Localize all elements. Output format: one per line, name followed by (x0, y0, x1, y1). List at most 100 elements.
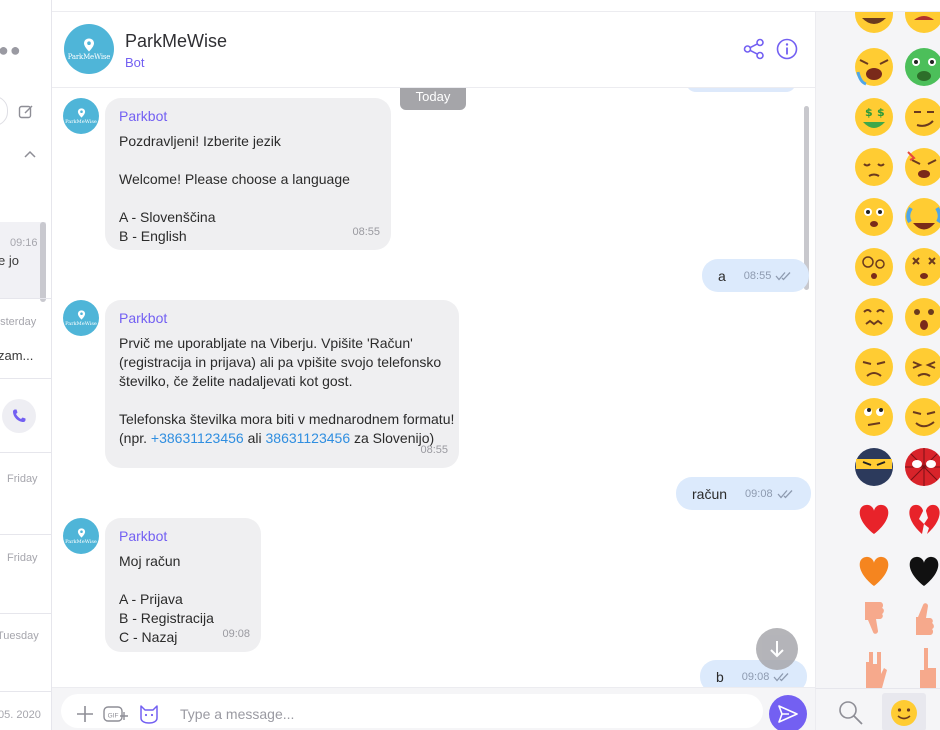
message-line (119, 151, 377, 170)
conversation-time: Friday (7, 473, 38, 485)
red-heart-emoji[interactable] (859, 504, 889, 534)
confounded-face-emoji[interactable] (855, 298, 893, 336)
svg-text:$: $ (865, 106, 873, 119)
bot-avatar-small[interactable]: ParkMeWise (63, 300, 99, 336)
message-sender: Parkbot (119, 108, 168, 124)
conversation-preview: zam... (0, 348, 34, 363)
squinting-face-emoji[interactable] (855, 198, 893, 236)
call-button[interactable] (2, 399, 36, 433)
message-bubble-outgoing[interactable]: račun 09:08 (676, 477, 811, 510)
persevering-face-emoji[interactable] (905, 348, 940, 386)
broken-heart-emoji[interactable] (909, 504, 940, 534)
logo-text: ParkMeWise (67, 52, 111, 61)
message-time: 08:55 (420, 444, 448, 456)
thumbs-down-emoji[interactable] (865, 602, 884, 634)
message-text: račun (692, 485, 728, 502)
conversation-time: esterday (0, 316, 37, 328)
orange-heart-emoji[interactable] (859, 556, 889, 586)
message-bubble-incoming[interactable]: Parkbot Moj račun A - Prijava B - Regist… (105, 518, 261, 652)
conversation-time: Tuesday (0, 630, 39, 642)
message-line: (registracija in prijava) ali pa vpišite… (119, 354, 442, 370)
compose-icon[interactable] (18, 104, 34, 120)
scroll-to-bottom-button[interactable] (756, 628, 798, 670)
message-line: Pozdravljeni! Izberite jezik (119, 133, 281, 149)
pointing-up-hand-emoji[interactable] (920, 648, 936, 688)
more-options-icon[interactable]: ●● (0, 40, 22, 61)
message-line (119, 189, 377, 208)
search-icon[interactable] (838, 700, 864, 726)
top-bar (0, 0, 940, 12)
anguished-face-emoji[interactable] (855, 48, 893, 86)
gif-icon[interactable]: GIF (103, 704, 129, 724)
share-icon[interactable] (743, 38, 765, 60)
message-text: a (718, 267, 726, 284)
message-text: b (716, 668, 724, 685)
chevron-up-icon[interactable] (24, 150, 36, 158)
divider (0, 452, 51, 453)
angry-face-emoji[interactable] (905, 12, 940, 33)
rage-face-emoji[interactable] (905, 148, 940, 186)
smiley-icon[interactable] (890, 699, 918, 727)
black-heart-emoji[interactable] (909, 556, 939, 586)
rock-on-hand-emoji[interactable] (866, 652, 887, 688)
emoji-grid[interactable]: $ $ (816, 12, 940, 688)
annoyed-face-emoji[interactable] (855, 348, 893, 386)
message-bubble-outgoing (686, 88, 796, 92)
send-button[interactable] (769, 695, 807, 730)
chat-title[interactable]: ParkMeWise (125, 31, 227, 52)
message-input-container[interactable] (61, 694, 763, 728)
message-bubble-outgoing[interactable]: a 08:55 (702, 259, 810, 292)
logo-text: ParkMeWise (65, 118, 97, 125)
knocked-out-face-emoji[interactable] (905, 248, 940, 286)
bot-avatar[interactable]: ParkMeWise (64, 24, 114, 74)
pensive-face-emoji[interactable] (855, 148, 893, 186)
dizzy-face-emoji[interactable] (855, 248, 893, 286)
emoji-toolbar (815, 688, 940, 730)
message-line: Telefonska številka mora biti v mednarod… (119, 411, 455, 427)
grinning-face-emoji[interactable] (855, 12, 893, 33)
message-time: 09:08 (745, 487, 773, 500)
search-field[interactable] (0, 96, 8, 126)
info-icon[interactable] (776, 38, 798, 60)
divider (0, 298, 51, 299)
message-list[interactable]: Today ParkMeWise Parkbot Pozdravljeni! I… (52, 88, 815, 687)
ninja-face-emoji[interactable] (855, 448, 893, 486)
tears-of-joy-face-emoji[interactable] (905, 198, 940, 236)
smirking-face-emoji[interactable] (905, 98, 940, 136)
read-ticks-icon (775, 271, 791, 280)
send-icon (778, 705, 798, 723)
message-line: Welcome! Please choose a language (119, 171, 350, 187)
phone-link[interactable]: +38631123456 (151, 430, 244, 446)
phone-link[interactable]: 38631123456 (266, 430, 351, 446)
conversation-time: 09:16 (10, 237, 38, 249)
message-text: (npr. (119, 430, 151, 446)
spider-face-emoji[interactable] (905, 448, 940, 486)
gif-label: GIF (108, 713, 119, 720)
logo-text: ParkMeWise (65, 538, 97, 545)
nauseated-face-emoji[interactable] (905, 48, 940, 86)
message-input-placeholder[interactable]: Type a message... (180, 706, 294, 722)
divider (0, 378, 51, 379)
bot-avatar-small[interactable]: ParkMeWise (63, 518, 99, 554)
plus-icon[interactable] (76, 705, 94, 723)
rolling-eyes-face-emoji[interactable] (855, 398, 893, 436)
money-mouth-face-emoji[interactable]: $ $ (855, 98, 893, 136)
list-scrollbar[interactable] (40, 222, 46, 302)
smirk-face-emoji[interactable] (905, 398, 940, 436)
thumbs-up-emoji[interactable] (916, 603, 934, 635)
message-time: 09:08 (222, 628, 250, 640)
chat-scrollbar[interactable] (804, 106, 809, 290)
chat-header: ParkMeWise ParkMeWise Bot (52, 12, 815, 88)
message-composer: GIF Type a message... (52, 687, 815, 730)
sticker-icon[interactable] (138, 703, 160, 725)
message-bubble-incoming[interactable]: Parkbot Pozdravljeni! Izberite jezik Wel… (105, 98, 391, 250)
chat-subtitle: Bot (125, 55, 145, 70)
emoji-panel[interactable]: $ $ (815, 12, 940, 688)
message-sender: Parkbot (119, 310, 168, 326)
message-time: 08:55 (743, 269, 772, 282)
astonished-face-emoji[interactable] (905, 298, 940, 336)
message-bubble-incoming[interactable]: Parkbot Prvič me uporabljate na Viberju.… (105, 300, 459, 468)
message-time: 09:08 (741, 670, 770, 683)
bot-avatar-small[interactable]: ParkMeWise (63, 98, 99, 134)
message-line: B - English (119, 228, 187, 244)
